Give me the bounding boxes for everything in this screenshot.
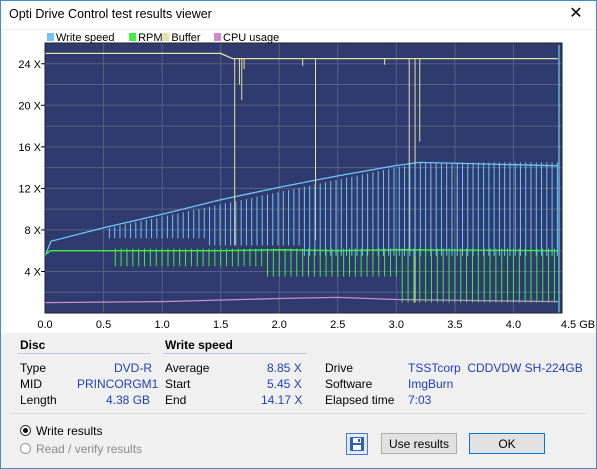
drive-label: Drive	[325, 361, 354, 375]
disc-mid-label: MID	[20, 377, 42, 391]
chart-area: 4 X 8 X 12 X 16 X 20 X 24 X 0.0 0.5 1.0 1.5 2.0 2.…	[1, 30, 596, 333]
elapsed-label: Elapsed time	[325, 393, 395, 407]
use-results-button[interactable]: Use results	[381, 433, 457, 454]
drive-value: TSSTcorp CDDVDW SH-224GB	[408, 361, 583, 375]
disc-length-value: 4.38 GB	[106, 393, 151, 407]
ok-button[interactable]: OK	[469, 433, 545, 454]
average-value: 8.85 X	[267, 361, 302, 375]
y-tick-label: 24 X	[18, 59, 41, 71]
end-label: End	[165, 393, 187, 407]
software-value: ImgBurn	[408, 377, 454, 391]
section-divider	[11, 413, 587, 414]
legend-label: RPM	[138, 32, 162, 44]
x-tick-label: 4.0	[506, 319, 521, 331]
window-title: Opti Drive Control test results viewer	[9, 7, 212, 21]
end-value: 14.17 X	[261, 393, 303, 407]
radio-unselected-icon	[20, 443, 31, 454]
write-speed-header: Write speed	[165, 338, 233, 352]
close-icon[interactable]: ✕	[556, 1, 596, 29]
disc-header: Disc	[20, 338, 46, 352]
y-axis-ticks: 4 X 8 X 12 X 16 X 20 X 24 X	[18, 59, 45, 278]
x-tick-label: 3.0	[389, 319, 404, 331]
results-viewer-window: Opti Drive Control test results viewer ✕…	[0, 0, 597, 469]
disc-rule	[18, 353, 150, 354]
results-chart: 4 X 8 X 12 X 16 X 20 X 24 X 0.0 0.5 1.0 1.5 2.0 2.…	[18, 32, 595, 331]
save-button[interactable]	[346, 433, 368, 455]
y-tick-label: 12 X	[18, 183, 41, 195]
start-label: Start	[165, 377, 191, 391]
x-tick-label: 2.0	[272, 319, 287, 331]
floppy-icon	[350, 437, 364, 451]
y-tick-label: 4 X	[24, 266, 41, 278]
title-bar: Opti Drive Control test results viewer ✕	[1, 1, 596, 29]
write-speed-rule	[163, 353, 307, 354]
legend-label: CPU usage	[223, 32, 279, 44]
disc-mid-value: PRINCORGM1	[77, 377, 159, 391]
x-tick-label: 1.0	[154, 319, 169, 331]
legend-swatch	[214, 33, 221, 41]
software-label: Software	[325, 377, 373, 391]
x-tick-label: 4.5 GB	[561, 319, 595, 331]
y-tick-label: 20 X	[18, 100, 41, 112]
legend-swatch	[47, 33, 54, 41]
start-value: 5.45 X	[267, 377, 302, 391]
x-tick-label: 0.5	[96, 319, 111, 331]
y-tick-label: 16 X	[18, 142, 41, 154]
legend-label: Write speed	[56, 32, 115, 44]
average-label: Average	[165, 361, 210, 375]
x-tick-label: 2.5	[330, 319, 345, 331]
elapsed-value: 7:03	[408, 393, 432, 407]
x-tick-label: 1.5	[213, 319, 228, 331]
y-tick-label: 8 X	[24, 225, 41, 237]
read-verify-label: Read / verify results	[36, 442, 143, 456]
legend-swatch	[162, 33, 170, 41]
legend-label: Buffer	[171, 32, 200, 44]
radio-selected-icon	[20, 425, 31, 436]
disc-length-label: Length	[20, 393, 57, 407]
write-results-label: Write results	[36, 424, 103, 438]
x-tick-label: 0.0	[37, 319, 52, 331]
x-axis-ticks: 0.0 0.5 1.0 1.5 2.0 2.5 3.0 3.5 4.0 4.5 GB	[37, 319, 595, 331]
legend-swatch	[129, 33, 137, 41]
chart-legend: Write speed RPM Buffer CPU usage	[47, 32, 279, 44]
disc-type-label: Type	[20, 361, 47, 375]
x-tick-label: 3.5	[447, 319, 462, 331]
disc-type-value: DVD-R	[114, 361, 152, 375]
